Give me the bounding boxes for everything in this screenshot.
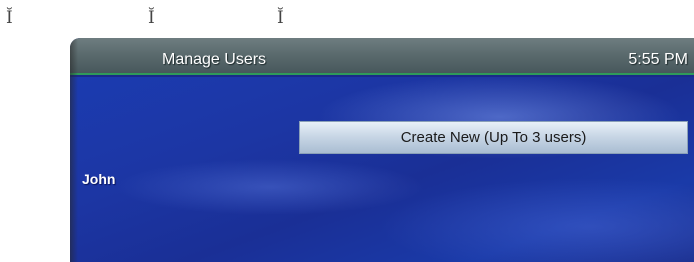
text-cursor-icon: Ĭ xyxy=(277,8,284,28)
page-title: Manage Users xyxy=(162,51,267,68)
text-cursor-icon: Ĭ xyxy=(148,8,155,28)
screenshot-canvas: Ĭ Ĭ Ĭ Manage Users 5:55 PM Create New (U… xyxy=(0,0,694,262)
frame-edge xyxy=(70,38,78,262)
manage-users-screen: Manage Users 5:55 PM Create New (Up To 3… xyxy=(70,38,694,262)
user-list-item[interactable]: John xyxy=(82,171,115,187)
clock: 5:55 PM xyxy=(628,51,688,68)
title-bar: Manage Users 5:55 PM xyxy=(70,38,694,75)
text-cursor-icon: Ĭ xyxy=(6,8,13,28)
content-area: Create New (Up To 3 users) John xyxy=(70,77,694,262)
create-new-user-button[interactable]: Create New (Up To 3 users) xyxy=(299,121,688,154)
